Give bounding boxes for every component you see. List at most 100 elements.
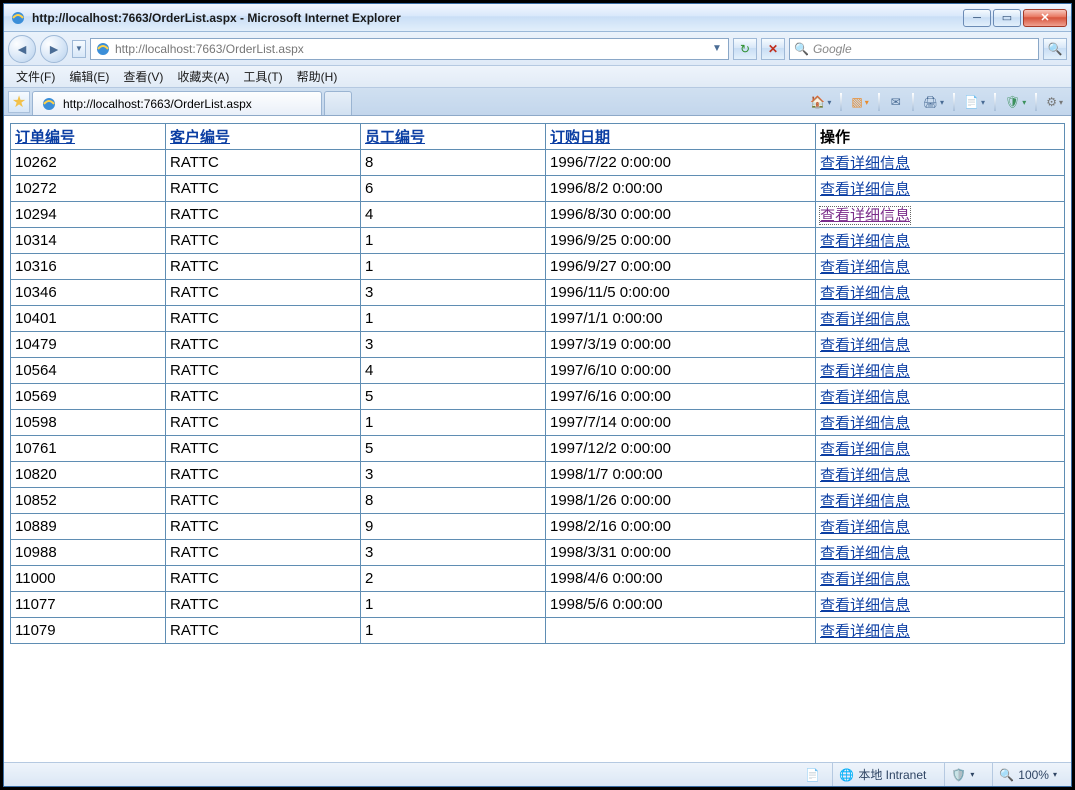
menu-help[interactable]: 帮助(H) xyxy=(291,66,344,87)
cell-employee-id: 9 xyxy=(361,514,546,540)
table-row: 10852RATTC81998/1/26 0:00:00查看详细信息 xyxy=(11,488,1065,514)
header-action: 操作 xyxy=(816,124,1065,150)
cell-order-date: 1996/8/2 0:00:00 xyxy=(546,176,816,202)
separator xyxy=(878,93,880,111)
cell-order-date: 1997/3/19 0:00:00 xyxy=(546,332,816,358)
address-bar[interactable]: http://localhost:7663/OrderList.aspx ▼ xyxy=(90,38,729,60)
menu-edit[interactable]: 编辑(E) xyxy=(63,66,115,87)
favorites-button[interactable]: ★ xyxy=(8,91,30,113)
protected-mode-pane[interactable]: 🛡️▾ xyxy=(944,763,980,786)
menu-tools[interactable]: 工具(T) xyxy=(237,66,288,87)
maximize-button[interactable]: ▭ xyxy=(993,9,1021,27)
print-button[interactable]: 🖨▾ xyxy=(919,91,948,113)
cell-order-id: 10564 xyxy=(11,358,166,384)
cell-order-date: 1998/1/26 0:00:00 xyxy=(546,488,816,514)
back-button[interactable]: ◄ xyxy=(8,35,36,63)
zoom-value: 100% xyxy=(1018,768,1049,782)
cell-order-date: 1997/6/16 0:00:00 xyxy=(546,384,816,410)
address-dropdown-icon[interactable]: ▼ xyxy=(710,43,724,54)
cell-action: 查看详细信息 xyxy=(816,176,1065,202)
header-employee-id[interactable]: 员工编号 xyxy=(365,129,425,146)
cell-order-date: 1996/9/25 0:00:00 xyxy=(546,228,816,254)
mail-button[interactable]: ✉ xyxy=(885,91,907,113)
cell-action: 查看详细信息 xyxy=(816,410,1065,436)
view-detail-link[interactable]: 查看详细信息 xyxy=(820,597,910,614)
separator xyxy=(994,93,996,111)
table-row: 10479RATTC31997/3/19 0:00:00查看详细信息 xyxy=(11,332,1065,358)
feeds-button[interactable]: ▧▾ xyxy=(847,91,872,113)
cell-employee-id: 5 xyxy=(361,384,546,410)
cell-order-date: 1996/7/22 0:00:00 xyxy=(546,150,816,176)
ie-icon xyxy=(10,10,26,26)
view-detail-link[interactable]: 查看详细信息 xyxy=(820,181,910,198)
cell-order-id: 10314 xyxy=(11,228,166,254)
table-row: 10272RATTC61996/8/2 0:00:00查看详细信息 xyxy=(11,176,1065,202)
view-detail-link[interactable]: 查看详细信息 xyxy=(820,155,910,172)
window-buttons: ─ ▭ ✕ xyxy=(963,9,1067,27)
view-detail-link[interactable]: 查看详细信息 xyxy=(820,259,910,276)
cell-employee-id: 1 xyxy=(361,618,546,644)
view-detail-link[interactable]: 查看详细信息 xyxy=(820,207,910,224)
stop-button[interactable]: ✕ xyxy=(761,38,785,60)
view-detail-link[interactable]: 查看详细信息 xyxy=(820,467,910,484)
status-bar: 📄 🌐 本地 Intranet 🛡️▾ 🔍 100% ▾ xyxy=(4,762,1071,786)
menu-bar: 文件(F) 编辑(E) 查看(V) 收藏夹(A) 工具(T) 帮助(H) xyxy=(4,66,1071,88)
cell-order-date: 1998/4/6 0:00:00 xyxy=(546,566,816,592)
command-bar: 🏠▾ ▧▾ ✉ 🖨▾ 📄▾ 🛡▾ ⚙▾ xyxy=(806,91,1067,115)
cell-action: 查看详细信息 xyxy=(816,566,1065,592)
cell-customer-id: RATTC xyxy=(166,150,361,176)
tab-active[interactable]: http://localhost:7663/OrderList.aspx xyxy=(32,91,322,115)
safety-button[interactable]: 🛡▾ xyxy=(1001,91,1030,113)
view-detail-link[interactable]: 查看详细信息 xyxy=(820,285,910,302)
view-detail-link[interactable]: 查看详细信息 xyxy=(820,493,910,510)
search-go-button[interactable]: 🔍 xyxy=(1043,38,1067,60)
header-order-id[interactable]: 订单编号 xyxy=(15,129,75,146)
header-order-date[interactable]: 订购日期 xyxy=(550,129,610,146)
cell-order-id: 11000 xyxy=(11,566,166,592)
cell-order-id: 10820 xyxy=(11,462,166,488)
security-zone-pane[interactable]: 🌐 本地 Intranet xyxy=(832,763,932,786)
tools-button[interactable]: ⚙▾ xyxy=(1042,91,1067,113)
header-customer-id[interactable]: 客户编号 xyxy=(170,129,230,146)
view-detail-link[interactable]: 查看详细信息 xyxy=(820,623,910,640)
page-button[interactable]: 📄▾ xyxy=(960,91,989,113)
separator xyxy=(840,93,842,111)
view-detail-link[interactable]: 查看详细信息 xyxy=(820,415,910,432)
table-row: 10346RATTC31996/11/5 0:00:00查看详细信息 xyxy=(11,280,1065,306)
cell-employee-id: 8 xyxy=(361,488,546,514)
cell-customer-id: RATTC xyxy=(166,462,361,488)
menu-view[interactable]: 查看(V) xyxy=(117,66,169,87)
view-detail-link[interactable]: 查看详细信息 xyxy=(820,571,910,588)
search-input[interactable]: 🔍 Google xyxy=(789,38,1039,60)
view-detail-link[interactable]: 查看详细信息 xyxy=(820,363,910,380)
view-detail-link[interactable]: 查看详细信息 xyxy=(820,337,910,354)
cell-order-id: 10401 xyxy=(11,306,166,332)
view-detail-link[interactable]: 查看详细信息 xyxy=(820,311,910,328)
view-detail-link[interactable]: 查看详细信息 xyxy=(820,519,910,536)
view-detail-link[interactable]: 查看详细信息 xyxy=(820,545,910,562)
cell-customer-id: RATTC xyxy=(166,332,361,358)
new-tab-button[interactable] xyxy=(324,91,352,115)
menu-favorites[interactable]: 收藏夹(A) xyxy=(171,66,235,87)
history-dropdown[interactable]: ▼ xyxy=(72,40,86,58)
forward-button[interactable]: ► xyxy=(40,35,68,63)
cell-order-id: 10988 xyxy=(11,540,166,566)
cell-action: 查看详细信息 xyxy=(816,540,1065,566)
menu-file[interactable]: 文件(F) xyxy=(10,66,61,87)
home-button[interactable]: 🏠▾ xyxy=(806,91,835,113)
minimize-button[interactable]: ─ xyxy=(963,9,991,27)
table-row: 10262RATTC81996/7/22 0:00:00查看详细信息 xyxy=(11,150,1065,176)
view-detail-link[interactable]: 查看详细信息 xyxy=(820,441,910,458)
cell-order-id: 10479 xyxy=(11,332,166,358)
cell-order-id: 10598 xyxy=(11,410,166,436)
cell-order-date: 1997/6/10 0:00:00 xyxy=(546,358,816,384)
close-button[interactable]: ✕ xyxy=(1023,9,1067,27)
zoom-pane[interactable]: 🔍 100% ▾ xyxy=(992,763,1063,786)
search-placeholder: Google xyxy=(813,42,852,56)
refresh-button[interactable]: ↻ xyxy=(733,38,757,60)
cell-order-date: 1998/2/16 0:00:00 xyxy=(546,514,816,540)
view-detail-link[interactable]: 查看详细信息 xyxy=(820,389,910,406)
view-detail-link[interactable]: 查看详细信息 xyxy=(820,233,910,250)
cell-order-id: 10889 xyxy=(11,514,166,540)
titlebar: http://localhost:7663/OrderList.aspx - M… xyxy=(4,4,1071,32)
